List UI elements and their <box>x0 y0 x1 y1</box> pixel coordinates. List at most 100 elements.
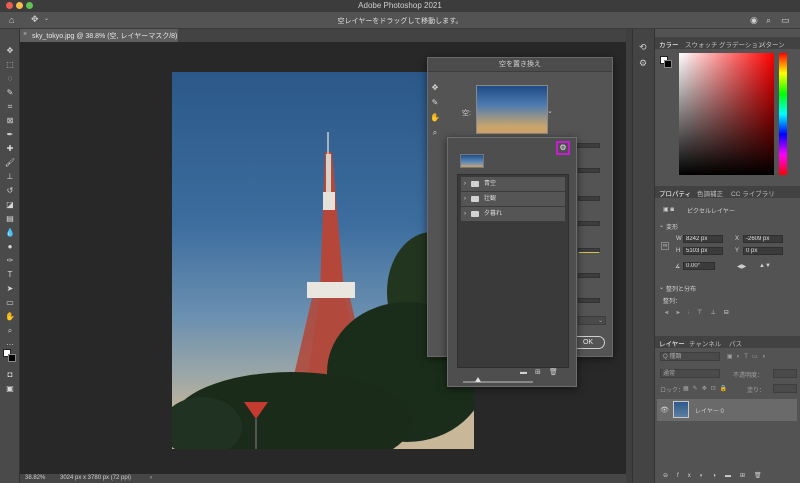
x-field[interactable]: -2609 px <box>743 235 783 243</box>
dialog-slider-7[interactable] <box>578 298 600 303</box>
layer-name[interactable]: レイヤー 0 <box>695 406 724 415</box>
layer-bottom-icons[interactable]: ⊖fx◐◑▬⊞🗑 <box>663 472 771 479</box>
gear-icon[interactable]: ⚙ <box>556 141 570 155</box>
history-icon[interactable]: ⟲ <box>639 43 647 52</box>
background-color-chip[interactable] <box>664 60 672 68</box>
chevron-down-icon[interactable]: ⌄ <box>659 284 664 291</box>
zoom-tool-icon[interactable]: ⌕ <box>430 128 440 138</box>
preset-group[interactable]: › 青空 <box>461 177 565 191</box>
move-tool-icon[interactable]: ✥ <box>4 45 16 56</box>
dialog-slider-6[interactable] <box>578 273 600 278</box>
height-field[interactable]: 5103 px <box>683 247 723 255</box>
visibility-eye-icon[interactable]: 👁 <box>660 406 669 414</box>
stamp-tool-icon[interactable]: ⊥ <box>4 171 16 182</box>
fill-field[interactable] <box>773 384 797 393</box>
search-icon[interactable]: ⌕ <box>766 16 771 25</box>
tab-cc-libraries[interactable]: CC ライブラリ <box>731 188 775 198</box>
preset-group[interactable]: › 壮観 <box>461 192 565 206</box>
gradient-tool-icon[interactable]: ▤ <box>4 213 16 224</box>
brush-tool-icon[interactable]: 🖌 <box>4 157 16 168</box>
blur-tool-icon[interactable]: 💧 <box>4 227 16 238</box>
tab-channels[interactable]: チャンネル <box>689 338 721 348</box>
frame-tool-icon[interactable]: ⊠ <box>4 115 16 126</box>
layer-filter-dropdown[interactable]: Q 種類 <box>660 352 720 361</box>
history-brush-icon[interactable]: ↺ <box>4 185 16 196</box>
color-picker-field[interactable] <box>679 53 774 175</box>
type-tool-icon[interactable]: T <box>4 269 16 280</box>
tab-color[interactable]: カラー <box>659 39 679 49</box>
lasso-tool-icon[interactable]: ◌ <box>4 73 16 84</box>
brush-settings-icon[interactable]: ⚙ <box>639 59 647 68</box>
blend-mode-dropdown[interactable]: 通常 <box>660 369 720 378</box>
healing-tool-icon[interactable]: ✚ <box>4 143 16 154</box>
y-field[interactable]: 0 px <box>743 247 783 255</box>
workspace-icon[interactable]: ▭ <box>781 16 790 25</box>
lock-icons[interactable]: ▦✎✥⊡🔒 <box>683 385 731 392</box>
hue-slider[interactable] <box>779 53 787 175</box>
pixel-layer-icon: ▣ ◙ <box>663 207 674 213</box>
new-folder-icon[interactable]: ▬ <box>520 369 527 376</box>
tab-strip <box>178 29 626 42</box>
thumbnail-size-knob[interactable] <box>475 377 481 382</box>
background-color-swatch[interactable] <box>8 354 16 362</box>
quick-mask-icon[interactable]: ◘ <box>4 369 16 380</box>
move-tool-icon[interactable]: ✥ <box>430 83 440 93</box>
flip-vertical-icon[interactable]: ▲▼ <box>759 263 771 269</box>
tab-swatches[interactable]: スウォッチ <box>685 39 718 49</box>
tab-gradients[interactable]: グラデーション <box>719 39 764 49</box>
screen-mode-icon[interactable]: ▣ <box>4 383 16 394</box>
pen-tool-icon[interactable]: ✑ <box>4 255 16 266</box>
flip-horizontal-icon[interactable]: ◀▶ <box>737 263 746 270</box>
output-dropdown[interactable]: ⌄ <box>578 316 606 325</box>
dialog-slider-4[interactable] <box>578 221 600 226</box>
quick-select-tool-icon[interactable]: ✎ <box>4 87 16 98</box>
w-label: W <box>676 236 682 242</box>
selected-sky-thumbnail[interactable] <box>460 154 484 168</box>
x-label: X <box>735 236 740 242</box>
eraser-tool-icon[interactable]: ◪ <box>4 199 16 210</box>
angle-field[interactable]: 0.00° <box>683 262 715 270</box>
hand-tool-icon[interactable]: ✋ <box>430 113 440 123</box>
dialog-title: 空を置き換え <box>428 58 612 72</box>
options-bar: ⌂ ✥ ⌄ 空レイヤーをドラッグして移動します。 ◉ ⌕ ▭ <box>0 12 800 29</box>
opacity-field[interactable] <box>773 369 797 378</box>
layer-row[interactable]: 👁 レイヤー 0 <box>657 399 797 421</box>
tab-paths[interactable]: パス <box>729 338 742 348</box>
layers-panel-tabs: レイヤー チャンネル パス <box>655 336 800 348</box>
tab-patterns[interactable]: パターン <box>759 39 785 49</box>
user-icon[interactable]: ◉ <box>750 16 758 25</box>
tab-adjustments[interactable]: 色調補正 <box>697 188 723 198</box>
sky-preset-thumbnail[interactable] <box>476 85 548 134</box>
layer-filter-icons[interactable]: ▣◐T▭◑ <box>727 353 769 360</box>
link-icon[interactable]: ∞ <box>661 242 670 250</box>
sky-brush-icon[interactable]: ✎ <box>430 98 440 108</box>
align-buttons[interactable]: ⫷⫸⫶⊤⊥⊟ <box>665 309 737 317</box>
new-sky-icon[interactable]: ⊞ <box>535 368 541 376</box>
zoom-tool-icon[interactable]: ⌕ <box>4 325 16 336</box>
dialog-slider-2[interactable] <box>578 168 600 173</box>
chevron-down-icon[interactable]: ⌄ <box>659 222 664 229</box>
eyedropper-tool-icon[interactable]: ✒ <box>4 129 16 140</box>
zoom-level[interactable]: 38.82% <box>25 475 45 481</box>
dodge-tool-icon[interactable]: ● <box>4 241 16 252</box>
sky-dropdown-chevron-icon[interactable]: ⌄ <box>547 107 553 115</box>
shape-tool-icon[interactable]: ▭ <box>4 297 16 308</box>
dialog-slider-3[interactable] <box>578 196 600 201</box>
trash-icon[interactable]: 🗑 <box>549 368 558 376</box>
width-field[interactable]: 8242 px <box>683 235 723 243</box>
close-tab-icon[interactable]: × <box>23 31 27 38</box>
preset-group[interactable]: › 夕暮れ <box>461 207 565 221</box>
dialog-slider-5[interactable] <box>578 248 600 253</box>
hand-tool-icon[interactable]: ✋ <box>4 311 16 322</box>
tab-layers[interactable]: レイヤー <box>659 338 685 348</box>
properties-panel-tabs: プロパティ 色調補正 CC ライブラリ <box>655 186 800 198</box>
path-select-tool-icon[interactable]: ➤ <box>4 283 16 294</box>
marquee-tool-icon[interactable]: ⬚ <box>4 59 16 70</box>
thumbnail-size-slider[interactable] <box>463 381 533 383</box>
crop-tool-icon[interactable]: ⌗ <box>4 101 16 112</box>
document-tab[interactable]: × sky_tokyo.jpg @ 38.8% (空, レイヤーマスク/8) * <box>20 29 182 42</box>
sky-label: 空: <box>462 110 471 117</box>
color-panel-tabs: カラー スウォッチ グラデーション パターン <box>655 37 800 49</box>
tab-properties[interactable]: プロパティ <box>659 188 691 198</box>
chevron-right-icon[interactable]: › <box>150 475 152 481</box>
